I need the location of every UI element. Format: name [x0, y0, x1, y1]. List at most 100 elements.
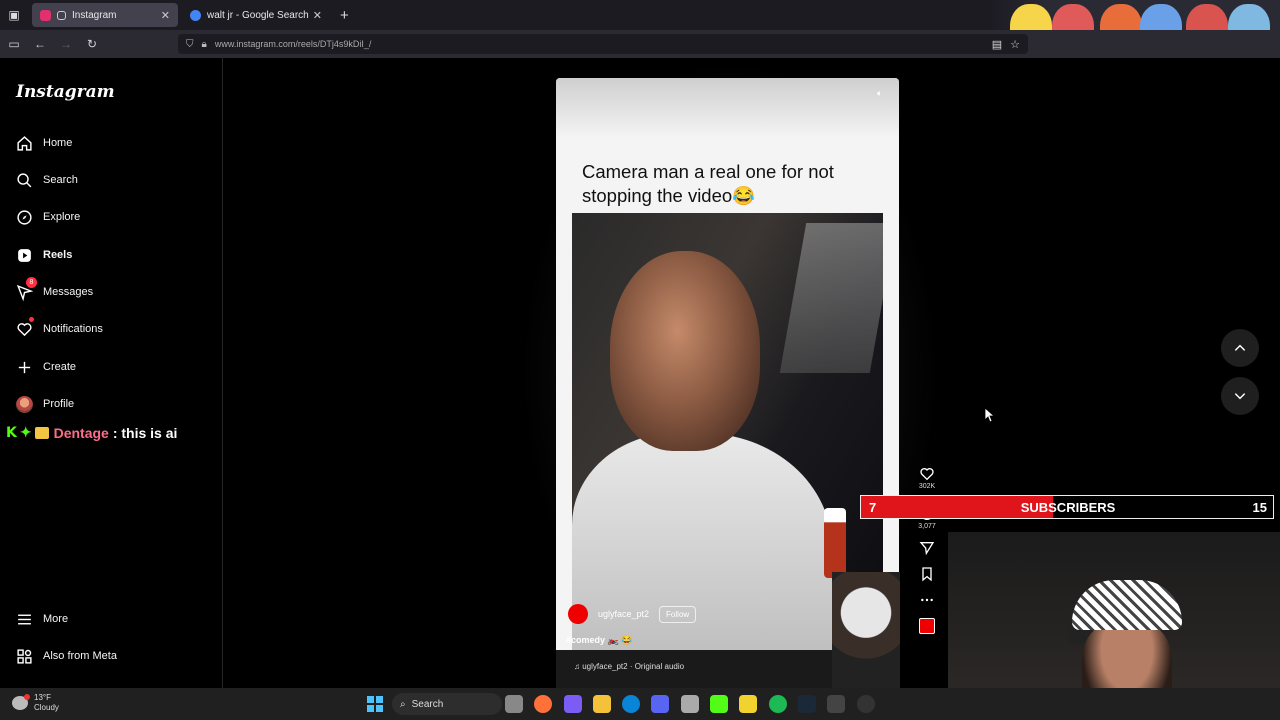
chevron-down-icon: [1234, 393, 1246, 400]
edge-icon[interactable]: [622, 695, 641, 713]
tab-overview-icon[interactable]: ▣: [0, 0, 28, 30]
reel-audio-label[interactable]: ♫ uglyface_pt2 · Original audio: [574, 662, 684, 671]
search-icon: ⌕: [400, 698, 406, 710]
weather-widget[interactable]: 13°F Cloudy: [12, 693, 59, 713]
reaction-overlay-person: [832, 572, 900, 688]
sidebar-item-reels[interactable]: Reels: [16, 244, 72, 266]
chat-text: : this is ai: [112, 424, 178, 441]
avatar: [16, 395, 33, 413]
sidebar-item-label: Search: [43, 174, 78, 186]
meta-icon: [17, 648, 32, 664]
sidebar-item-messages[interactable]: 8 Messages: [16, 277, 93, 303]
like-button[interactable]: 302K: [915, 466, 939, 490]
task-view-icon[interactable]: [505, 695, 523, 713]
notes-icon[interactable]: [739, 695, 758, 713]
audio-thumbnail[interactable]: [915, 618, 939, 634]
reload-icon[interactable]: ↻: [80, 32, 104, 56]
like-count: 302K: [918, 483, 936, 490]
sidebar-item-notifications[interactable]: Notifications: [16, 317, 103, 340]
windows-start-icon[interactable]: [367, 696, 383, 712]
reel-caption: Camera man a real one for not stopping t…: [582, 161, 834, 206]
app-icon[interactable]: [827, 695, 846, 713]
messages-badge: 8: [26, 277, 37, 288]
search-icon: [17, 172, 32, 187]
plus-icon: [18, 361, 31, 373]
volume-icon[interactable]: 🔈︎: [877, 88, 889, 100]
sidebar-item-label: Explore: [43, 211, 81, 223]
sidebar-item-also-from-meta[interactable]: Also from Meta: [16, 645, 117, 667]
menu-icon: [18, 614, 31, 624]
stream-chat-message: K ✦ Dentage : this is ai: [6, 424, 177, 441]
reel-hashtags[interactable]: #comedy 🏍️ 😂: [566, 635, 632, 646]
back-icon[interactable]: ←: [28, 32, 52, 56]
more-options-button[interactable]: [915, 592, 939, 608]
sidebar-item-create[interactable]: Create: [16, 356, 76, 378]
spotify-icon[interactable]: [768, 695, 787, 713]
avatar[interactable]: [568, 604, 588, 624]
lock-icon[interactable]: 🔒︎: [202, 39, 207, 50]
file-explorer-icon[interactable]: [592, 695, 611, 713]
heart-icon: [17, 322, 32, 336]
weather-condition: Cloudy: [34, 703, 59, 712]
share-button[interactable]: [915, 540, 939, 556]
speaker-icon[interactable]: [57, 10, 66, 20]
taskbar-apps: [505, 695, 886, 713]
sidebar-item-label: More: [43, 613, 69, 625]
windows-taskbar: 13°F Cloudy ⌕ Search: [0, 688, 1280, 720]
subscriber-goal: 15: [1252, 499, 1267, 515]
new-tab-icon[interactable]: +: [340, 7, 349, 24]
chat-username: Dentage: [53, 424, 109, 441]
instagram-logo[interactable]: Instagram: [16, 82, 115, 102]
discord-icon[interactable]: [651, 695, 670, 713]
car-window: [779, 223, 883, 373]
save-button[interactable]: [915, 566, 939, 582]
sidebar-item-profile[interactable]: Profile: [16, 393, 74, 415]
app-icon[interactable]: [563, 695, 582, 713]
address-bar[interactable]: ⛉ 🔒︎ www.instagram.com/reels/DTj4s9kDiI_…: [178, 34, 1028, 54]
firefox-icon[interactable]: [534, 695, 553, 713]
taskbar-search-label: Search: [411, 698, 444, 710]
kick-icon[interactable]: [710, 695, 729, 713]
sidebar-item-label: Home: [43, 137, 73, 149]
follow-button[interactable]: Follow: [659, 605, 697, 623]
steam-icon[interactable]: [797, 695, 816, 713]
streamer-keffiyeh: [1072, 580, 1182, 630]
more-icon: [921, 598, 933, 602]
crown-badge-icon: [34, 426, 49, 439]
tab-instagram[interactable]: Instagram ✕: [32, 3, 178, 27]
sidebar-item-label: Also from Meta: [43, 650, 117, 662]
home-icon: [17, 135, 32, 151]
forward-icon[interactable]: →: [54, 32, 78, 56]
reel-username[interactable]: uglyface_pt2: [598, 609, 649, 619]
reels-icon: [18, 248, 31, 262]
close-tab-icon[interactable]: ✕: [313, 9, 322, 22]
audio-thumbnail-icon: [919, 618, 935, 634]
shield-icon[interactable]: ⛉: [186, 39, 194, 50]
close-tab-icon[interactable]: ✕: [161, 9, 170, 22]
cloud-icon: [12, 694, 30, 710]
next-reel-button[interactable]: [1221, 377, 1259, 415]
kick-badge-icon: K: [6, 424, 17, 441]
store-icon[interactable]: [680, 695, 699, 713]
mouse-cursor-icon: [985, 408, 995, 423]
sparkle-badge-icon: ✦: [19, 424, 32, 440]
tab-google-search[interactable]: walt jr - Google Search ✕: [182, 3, 330, 27]
sidebar-item-home[interactable]: Home: [16, 132, 72, 154]
weather-temperature: 13°F: [34, 693, 51, 702]
obs-icon[interactable]: [856, 695, 875, 713]
url-text: www.instagram.com/reels/DTj4s9kDiI_/: [214, 39, 372, 49]
subscriber-label: SUBSCRIBERS: [1020, 499, 1116, 515]
sidebar-item-explore[interactable]: Explore: [16, 206, 80, 228]
sidebar-toggle-icon[interactable]: ▭: [2, 32, 26, 56]
taskbar-search[interactable]: ⌕ Search: [392, 693, 502, 715]
reel-author[interactable]: uglyface_pt2 Follow: [568, 604, 697, 624]
sidebar-item-more[interactable]: More: [16, 608, 68, 630]
bookmark-star-icon[interactable]: ☆: [1010, 38, 1020, 51]
bottle: [824, 508, 846, 578]
previous-reel-button[interactable]: [1221, 329, 1259, 367]
sidebar-item-label: Create: [43, 361, 77, 373]
reader-view-icon[interactable]: ▤: [992, 38, 1002, 51]
bookmark-icon: [922, 567, 932, 582]
sidebar-item-search[interactable]: Search: [16, 169, 78, 191]
reel-actions: 302K 3,077: [915, 466, 939, 644]
